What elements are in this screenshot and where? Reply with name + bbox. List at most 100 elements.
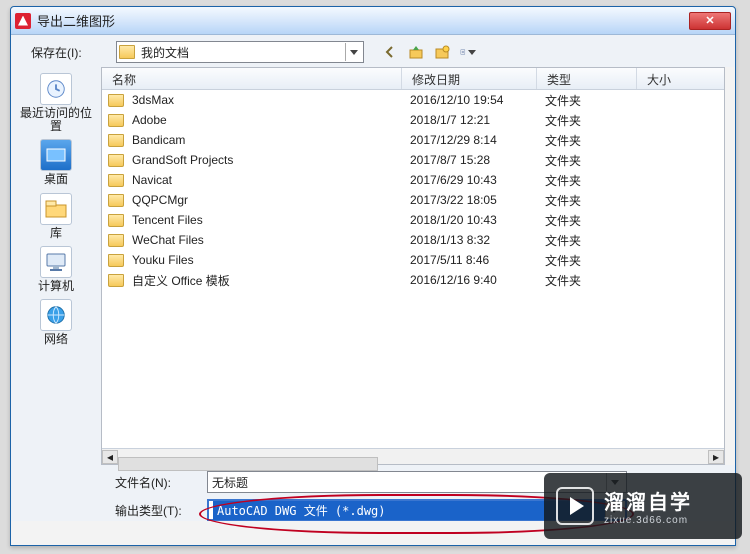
rows-container: 3dsMax2016/12/10 19:54文件夹Adobe2018/1/7 1… xyxy=(102,90,724,448)
cell-type: 文件夹 xyxy=(545,272,645,289)
table-row[interactable]: Tencent Files2018/1/20 10:43文件夹 xyxy=(102,210,724,230)
libraries-icon xyxy=(40,193,72,225)
folder-icon xyxy=(108,174,124,187)
cell-date: 2018/1/20 10:43 xyxy=(410,213,545,227)
table-row[interactable]: Youku Files2017/5/11 8:46文件夹 xyxy=(102,250,724,270)
place-network[interactable]: 网络 xyxy=(40,299,72,346)
cell-type: 文件夹 xyxy=(545,252,645,269)
cell-date: 2017/8/7 15:28 xyxy=(410,153,545,167)
save-in-combo[interactable]: 我的文档 xyxy=(116,41,364,63)
cell-type: 文件夹 xyxy=(545,112,645,129)
table-row[interactable]: Bandicam2017/12/29 8:14文件夹 xyxy=(102,130,724,150)
folder-icon xyxy=(108,134,124,147)
cell-date: 2017/5/11 8:46 xyxy=(410,253,545,267)
table-row[interactable]: QQPCMgr2017/3/22 18:05文件夹 xyxy=(102,190,724,210)
cell-date: 2017/6/29 10:43 xyxy=(410,173,545,187)
cell-name: QQPCMgr xyxy=(132,193,410,207)
scroll-right-icon[interactable]: ▸ xyxy=(708,450,724,464)
cell-name: Adobe xyxy=(132,113,410,127)
cell-date: 2018/1/13 8:32 xyxy=(410,233,545,247)
cell-name: 自定义 Office 模板 xyxy=(132,272,410,289)
cell-date: 2017/3/22 18:05 xyxy=(410,193,545,207)
cell-name: 3dsMax xyxy=(132,93,410,107)
app-icon xyxy=(15,13,31,29)
place-label: 库 xyxy=(50,227,62,240)
back-icon[interactable] xyxy=(382,44,398,60)
cell-type: 文件夹 xyxy=(545,232,645,249)
folder-icon xyxy=(108,194,124,207)
horizontal-scrollbar[interactable]: ◂ ▸ xyxy=(102,448,724,464)
table-row[interactable]: WeChat Files2018/1/13 8:32文件夹 xyxy=(102,230,724,250)
cell-date: 2018/1/7 12:21 xyxy=(410,113,545,127)
cell-type: 文件夹 xyxy=(545,132,645,149)
table-row[interactable]: 自定义 Office 模板2016/12/16 9:40文件夹 xyxy=(102,270,724,290)
place-desktop[interactable]: 桌面 xyxy=(40,139,72,186)
window-title: 导出二维图形 xyxy=(37,11,689,30)
column-headers: 名称 修改日期 类型 大小 xyxy=(102,68,724,90)
folder-icon xyxy=(108,274,124,287)
col-date[interactable]: 修改日期 xyxy=(402,68,537,89)
cell-type: 文件夹 xyxy=(545,212,645,229)
table-row[interactable]: GrandSoft Projects2017/8/7 15:28文件夹 xyxy=(102,150,724,170)
titlebar: 导出二维图形 ✕ xyxy=(11,7,735,35)
watermark-title: 溜溜自学 xyxy=(604,486,692,515)
places-sidebar: 最近访问的位置 桌面 库 计算机 网络 xyxy=(11,67,101,465)
col-name[interactable]: 名称 xyxy=(102,68,402,89)
folder-icon xyxy=(119,45,135,59)
scroll-thumb[interactable] xyxy=(118,457,378,471)
save-in-label: 保存在(I): xyxy=(31,44,116,61)
body: 最近访问的位置 桌面 库 计算机 网络 名称 修改日期 xyxy=(11,67,735,465)
close-button[interactable]: ✕ xyxy=(689,12,731,30)
scroll-left-icon[interactable]: ◂ xyxy=(102,450,118,464)
folder-icon xyxy=(108,234,124,247)
cell-name: GrandSoft Projects xyxy=(132,153,410,167)
place-computer[interactable]: 计算机 xyxy=(38,246,74,293)
nav-icons xyxy=(382,44,476,60)
cell-type: 文件夹 xyxy=(545,92,645,109)
folder-icon xyxy=(108,94,124,107)
filename-label: 文件名(N): xyxy=(115,474,207,491)
watermark-text: 溜溜自学 zixue.3d66.com xyxy=(604,486,692,526)
chevron-down-icon[interactable] xyxy=(345,43,361,61)
save-dialog: 导出二维图形 ✕ 保存在(I): 我的文档 xyxy=(10,6,736,546)
cell-name: Youku Files xyxy=(132,253,410,267)
watermark-url: zixue.3d66.com xyxy=(604,515,692,526)
folder-icon xyxy=(108,154,124,167)
folder-icon xyxy=(108,214,124,227)
cell-type: 文件夹 xyxy=(545,152,645,169)
table-row[interactable]: 3dsMax2016/12/10 19:54文件夹 xyxy=(102,90,724,110)
place-label: 计算机 xyxy=(38,280,74,293)
computer-icon xyxy=(40,246,72,278)
cell-date: 2016/12/10 19:54 xyxy=(410,93,545,107)
place-label: 网络 xyxy=(44,333,68,346)
folder-icon xyxy=(108,254,124,267)
col-type[interactable]: 类型 xyxy=(537,68,637,89)
save-in-folder: 我的文档 xyxy=(141,44,345,61)
cell-name: Tencent Files xyxy=(132,213,410,227)
up-one-level-icon[interactable] xyxy=(408,44,424,60)
network-icon xyxy=(40,299,72,331)
cell-type: 文件夹 xyxy=(545,172,645,189)
watermark: 溜溜自学 zixue.3d66.com xyxy=(544,473,742,539)
place-label: 桌面 xyxy=(44,173,68,186)
table-row[interactable]: Adobe2018/1/7 12:21文件夹 xyxy=(102,110,724,130)
file-list: 名称 修改日期 类型 大小 3dsMax2016/12/10 19:54文件夹A… xyxy=(101,67,725,465)
cell-name: Bandicam xyxy=(132,133,410,147)
cell-name: Navicat xyxy=(132,173,410,187)
table-row[interactable]: Navicat2017/6/29 10:43文件夹 xyxy=(102,170,724,190)
cell-name: WeChat Files xyxy=(132,233,410,247)
place-libraries[interactable]: 库 xyxy=(40,193,72,240)
view-menu-icon[interactable] xyxy=(460,44,476,60)
play-icon xyxy=(556,487,594,525)
new-folder-icon[interactable] xyxy=(434,44,450,60)
save-in-row: 保存在(I): 我的文档 xyxy=(11,35,735,67)
cell-date: 2016/12/16 9:40 xyxy=(410,273,545,287)
place-recent[interactable]: 最近访问的位置 xyxy=(16,73,96,133)
recent-icon xyxy=(40,73,72,105)
place-label: 最近访问的位置 xyxy=(16,107,96,133)
desktop-icon xyxy=(40,139,72,171)
folder-icon xyxy=(108,114,124,127)
filetype-label: 输出类型(T): xyxy=(115,502,207,519)
cell-type: 文件夹 xyxy=(545,192,645,209)
col-size[interactable]: 大小 xyxy=(637,68,724,89)
